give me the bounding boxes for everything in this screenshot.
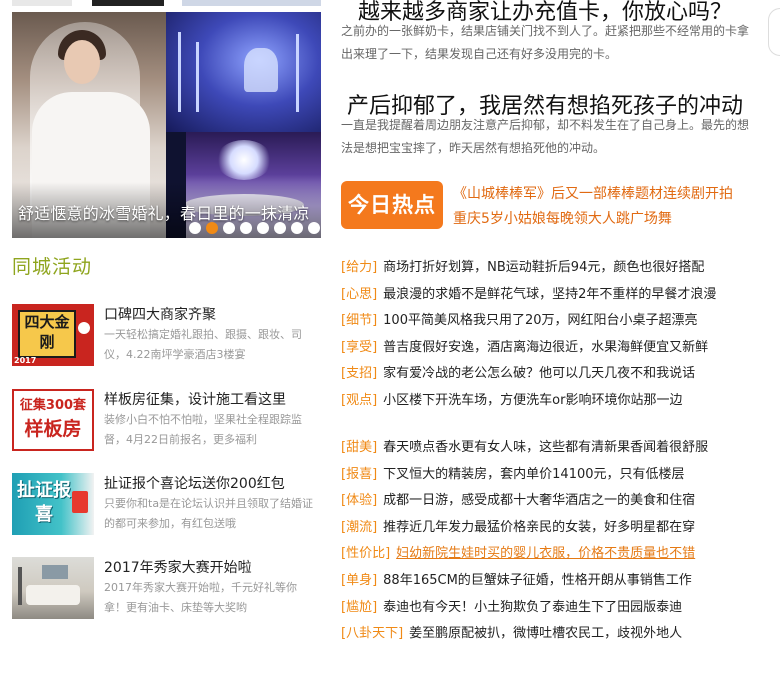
news-item[interactable]: [甜美] 春天喷点香水更有女人味，这些都有清新果香闻着很舒服 [341,436,761,456]
slide-dot[interactable] [189,222,201,234]
snow-stage-photo [166,12,321,132]
thumb-text: 四大金刚 [24,313,70,351]
activity-item[interactable]: 2017年秀家大赛开始啦 2017年秀家大赛开始啦，千元好礼等你拿！更有油卡、床… [12,557,322,621]
news-headline[interactable]: 88年165CM的巨蟹妹子征婚，性格开朗从事销售工作 [383,573,692,588]
news-tag[interactable]: [性价比] [341,546,390,561]
activity-title[interactable]: 样板房征集，设计施工看这里 [104,389,286,409]
badge-icon [78,322,90,334]
top-thumb [182,0,321,6]
activity-item[interactable]: 四大金刚 2017 口碑四大商家齐聚 一天轻松搞定婚礼跟拍、跟摄、跟妆、司仪，4… [12,304,322,368]
top-thumb [12,0,72,6]
thumb-text: 样板房 [24,418,82,440]
red-envelope-icon [72,491,88,513]
news-headline[interactable]: 家有爱冷战的老公怎么破？他可以几天几夜不和我说话 [383,366,695,381]
news-headline[interactable]: 妇幼新院生娃时买的婴儿衣服，价格不贵质量也不错 [396,546,695,561]
news-tag[interactable]: [尴尬] [341,600,377,615]
news-item[interactable]: [观点] 小区楼下开洗车场，方便洗车or影响环境你站那一边 [341,389,761,409]
news-item[interactable]: [享受] 普吉度假好安逸，酒店离海边很近，水果海鲜便宜又新鲜 [341,336,761,356]
wedding-slideshow[interactable]: 舒适惬意的冰雪婚礼，春日里的一抹清凉 [12,12,321,238]
activity-desc: 2017年秀家大赛开始啦，千元好礼等你拿！更有油卡、床垫等大奖哟 [104,581,297,614]
slide-dot[interactable] [240,222,252,234]
activity-thumb-showroom[interactable]: 征集300套 样板房 [12,389,94,451]
news-item[interactable]: [单身] 88年165CM的巨蟹妹子征婚，性格开朗从事销售工作 [341,569,761,589]
slide-dots [189,222,320,234]
news-item[interactable]: [性价比] 妇幼新院生娃时买的婴儿衣服，价格不贵质量也不错 [341,542,761,562]
activity-desc: 只要你和ta是在论坛认识并且领取了结婚证的都可来参加，有红包送哦 [104,497,314,530]
news-headline[interactable]: 最浪漫的求婚不是鲜花气球，坚持2年不重样的早餐才浪漫 [383,287,716,302]
news-headline[interactable]: 春天喷点香水更有女人味，这些都有清新果香闻着很舒服 [383,440,708,455]
activity-thumb-home-contest[interactable] [12,557,94,619]
news-item[interactable]: [支招] 家有爱冷战的老公怎么破？他可以几天几夜不和我说话 [341,362,761,382]
news-headline[interactable]: 小区楼下开洗车场，方便洗车or影响环境你站那一边 [383,393,682,408]
article-summary: 一直是我提醒着周边朋友注意产后抑郁，却不料发生在了自己身上。最先的想法是想把宝宝… [341,118,750,155]
news-tag[interactable]: [甜美] [341,440,377,455]
news-tag[interactable]: [享受] [341,340,377,355]
side-float-tab[interactable] [768,8,780,56]
news-item[interactable]: [尴尬] 泰迪也有今天！小土狗欺负了泰迪生下了田园版泰迪 [341,596,761,616]
news-item[interactable]: [潮流] 推荐近几年发力最猛价格亲民的女装，好多明星都在穿 [341,516,761,536]
thumb-text: 征集300套 [19,398,87,413]
activity-desc: 一天轻松搞定婚礼跟拍、跟摄、跟妆、司仪，4.22南坪学豪酒店3楼宴 [104,328,302,361]
article-summary: 之前办的一张鲜奶卡，结果店铺关门找不到人了。赶紧把那些不经常用的卡拿出来理了一下… [341,24,750,61]
news-tag[interactable]: [给力] [341,260,377,275]
slide-dot[interactable] [308,222,320,234]
news-item[interactable]: [八卦天下] 姜至鹏原配被扒，微博吐槽农民工，歧视外地人 [341,622,761,642]
news-tag[interactable]: [潮流] [341,520,377,535]
news-headline[interactable]: 100平简美风格我只用了20万，网红阳台小桌子超漂亮 [383,313,697,328]
news-item[interactable]: [细节] 100平简美风格我只用了20万，网红阳台小桌子超漂亮 [341,309,761,329]
hot-headline[interactable]: 《山城棒棒军》后又一部棒棒题材连续剧开拍 [453,183,733,203]
news-tag[interactable]: [报喜] [341,467,377,482]
news-tag[interactable]: [八卦天下] [341,626,403,641]
news-tag[interactable]: [细节] [341,313,377,328]
activity-item[interactable]: 征集300套 样板房 样板房征集，设计施工看这里 装修小白不怕不怕啦，坚果社全程… [12,389,322,453]
news-item[interactable]: [体验] 成都一日游，感受成都十大奢华酒店之一的美食和住宿 [341,489,761,509]
news-headline[interactable]: 商场打折好划算，NB运动鞋折后94元，颜色也很好搭配 [383,260,704,275]
news-headline[interactable]: 推荐近几年发力最猛价格亲民的女装，好多明星都在穿 [383,520,695,535]
slide-dot[interactable] [206,222,218,234]
news-headline[interactable]: 普吉度假好安逸，酒店离海边很近，水果海鲜便宜又新鲜 [383,340,708,355]
slide-dot[interactable] [223,222,235,234]
news-tag[interactable]: [观点] [341,393,377,408]
thumb-text: 扯证报喜 [17,480,71,525]
activity-title[interactable]: 扯证报个喜论坛送你200红包 [104,473,285,493]
section-title-local-events[interactable]: 同城活动 [12,252,92,279]
news-headline[interactable]: 成都一日游，感受成都十大奢华酒店之一的美食和住宿 [383,493,695,508]
activity-desc: 装修小白不怕不怕啦，坚果社全程跟踪监督，4月22日前报名，更多福利 [104,413,302,446]
activity-item[interactable]: 扯证报喜 扯证报个喜论坛送你200红包 只要你和ta是在论坛认识并且领取了结婚证… [12,473,322,537]
top-image-strip [12,0,321,6]
activity-thumb-four-kings[interactable]: 四大金刚 2017 [12,304,94,366]
activity-title[interactable]: 2017年秀家大赛开始啦 [104,557,252,577]
news-headline[interactable]: 下叉恒大的精装房，套内单价14100元，只有低楼层 [383,467,684,482]
news-item[interactable]: [给力] 商场打折好划算，NB运动鞋折后94元，颜色也很好搭配 [341,256,761,276]
news-tag[interactable]: [心思] [341,287,377,302]
news-headline[interactable]: 姜至鹏原配被扒，微博吐槽农民工，歧视外地人 [409,626,682,641]
slide-dot[interactable] [257,222,269,234]
news-item[interactable]: [心思] 最浪漫的求婚不是鲜花气球，坚持2年不重样的早餐才浪漫 [341,283,761,303]
top-thumb [92,0,164,6]
news-headline[interactable]: 泰迪也有今天！小土狗欺负了泰迪生下了田园版泰迪 [383,600,682,615]
news-item[interactable]: [报喜] 下叉恒大的精装房，套内单价14100元，只有低楼层 [341,463,761,483]
activity-thumb-marriage-cert[interactable]: 扯证报喜 [12,473,94,535]
slide-dot[interactable] [291,222,303,234]
slide-dot[interactable] [274,222,286,234]
hot-headline[interactable]: 重庆5岁小姑娘每晚领大人跳广场舞 [453,208,672,228]
news-tag[interactable]: [体验] [341,493,377,508]
news-tag[interactable]: [支招] [341,366,377,381]
slide-caption[interactable]: 舒适惬意的冰雪婚礼，春日里的一抹清凉 [18,200,310,224]
hot-today-badge: 今日热点 [341,181,443,229]
thumb-year: 2017 [14,356,37,365]
news-tag[interactable]: [单身] [341,573,377,588]
activity-title[interactable]: 口碑四大商家齐聚 [104,304,216,324]
